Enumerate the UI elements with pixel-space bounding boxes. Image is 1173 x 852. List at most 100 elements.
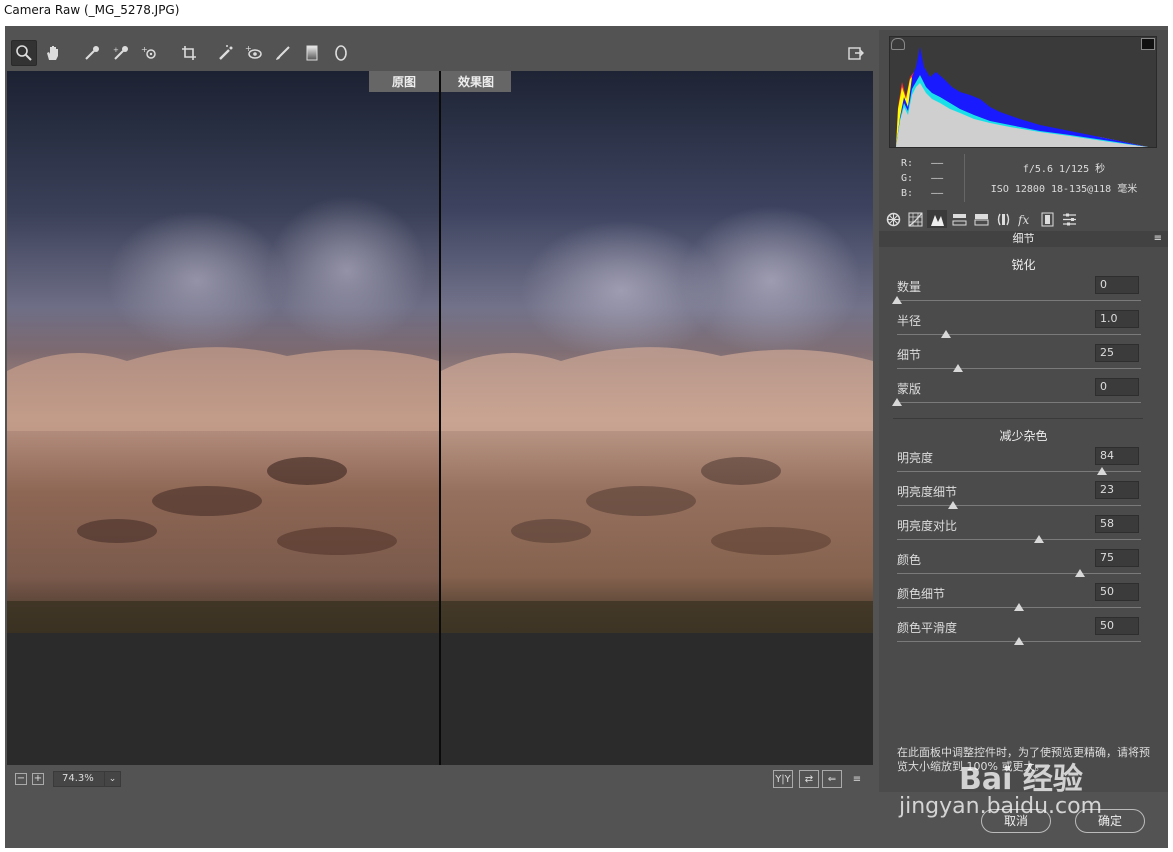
slider-row[interactable]: 细节 25	[897, 344, 1141, 378]
graduated-filter-icon[interactable]	[299, 40, 325, 66]
slider-row[interactable]: 颜色 75	[897, 549, 1141, 583]
b-label: B:	[901, 188, 914, 199]
zoom-tool-icon[interactable]	[11, 40, 37, 66]
crop-tool-icon[interactable]	[176, 40, 202, 66]
slider-label: 颜色细节	[897, 587, 946, 601]
aperture-shutter: f/5.6 1/125 秒	[1022, 164, 1106, 175]
slider-row[interactable]: 颜色平滑度 50	[897, 617, 1141, 651]
white-balance-eyedropper-icon[interactable]	[79, 40, 105, 66]
noise-reduction-title: 减少杂色	[999, 429, 1048, 443]
histogram	[889, 36, 1157, 148]
slider-value-field[interactable]: 84	[1095, 447, 1139, 465]
window-title: Camera Raw (_MG_5278.JPG)	[0, 0, 1173, 26]
slider-thumb[interactable]	[1096, 467, 1107, 475]
slider-thumb[interactable]	[1014, 603, 1024, 611]
slider-row[interactable]: 颜色细节 50	[897, 583, 1141, 617]
panel-title: 细节	[1012, 232, 1035, 245]
highlight-clipping-icon[interactable]	[1141, 38, 1155, 50]
slider-thumb[interactable]	[953, 364, 963, 372]
detail-tab-icon[interactable]	[927, 210, 947, 228]
slider-label: 明亮度细节	[897, 485, 958, 499]
shadow-clipping-icon[interactable]	[891, 38, 905, 50]
toggle-settings-icon[interactable]: ≡	[847, 770, 867, 788]
cancel-button[interactable]: 取消	[981, 809, 1051, 833]
slider-row[interactable]: 数量 0	[892, 276, 1141, 310]
slider-value-field[interactable]: 1.0	[1095, 310, 1139, 328]
slider-track[interactable]	[897, 505, 1141, 506]
g-label: G:	[901, 173, 914, 184]
chevron-down-icon[interactable]: ⌄	[104, 772, 120, 786]
slider-thumb[interactable]	[1075, 569, 1085, 577]
slider-value-field[interactable]: 50	[1095, 617, 1139, 635]
copy-current-to-before-icon[interactable]: ⇐	[822, 770, 842, 788]
open-in-photoshop-icon[interactable]	[843, 40, 869, 66]
tone-curve-tab-icon[interactable]	[905, 210, 925, 228]
slider-thumb[interactable]	[948, 501, 959, 509]
swap-before-after-icon[interactable]: ⇄	[799, 770, 819, 788]
slider-thumb[interactable]	[892, 296, 902, 304]
slider-label: 颜色	[897, 553, 922, 567]
after-pane[interactable]: 效果图	[441, 71, 873, 765]
right-panel: R: —— G: —— B: —— f/5.6 1/125 秒 ISO 1280…	[879, 30, 1168, 792]
presets-tab-icon[interactable]	[1059, 210, 1079, 228]
zoom-out-button[interactable]: −	[15, 773, 27, 785]
slider-value-field[interactable]: 0	[1095, 378, 1139, 396]
targeted-adjustment-icon[interactable]: +	[137, 40, 163, 66]
slider-value-field[interactable]: 75	[1095, 549, 1139, 567]
slider-label: 数量	[897, 280, 922, 294]
iso-lens: ISO 12800 18-135@118 毫米	[990, 184, 1138, 195]
color-sampler-icon[interactable]: +	[108, 40, 134, 66]
slider-row[interactable]: 明亮度细节 23	[897, 481, 1141, 515]
svg-text:+: +	[113, 46, 119, 54]
slider-value-field[interactable]: 50	[1095, 583, 1139, 601]
slider-row[interactable]: 明亮度对比 58	[897, 515, 1141, 549]
slider-track[interactable]	[897, 368, 1141, 369]
slider-row[interactable]: 半径 1.0	[897, 310, 1141, 344]
panel-tabs: fx	[879, 208, 1168, 230]
preview-hint-text: 在此面板中调整控件时，为了使预览更精确，请将预览大小缩放到 100% 或更大。	[897, 746, 1150, 773]
slider-thumb[interactable]	[940, 330, 951, 338]
slider-track[interactable]	[897, 300, 1141, 301]
before-after-view-icon[interactable]: Y|Y	[773, 770, 793, 788]
toolbar: + + +	[5, 36, 875, 68]
zoom-level-select[interactable]: 74.3% ⌄	[53, 771, 121, 787]
hsl-tab-icon[interactable]	[949, 210, 969, 228]
split-toning-tab-icon[interactable]	[971, 210, 991, 228]
zoom-level-value: 74.3%	[62, 773, 94, 784]
slider-value-field[interactable]: 58	[1095, 515, 1139, 533]
slider-label: 蒙版	[897, 382, 922, 396]
hand-tool-icon[interactable]	[40, 40, 66, 66]
slider-row[interactable]: 明亮度 84	[897, 447, 1141, 481]
basic-tab-icon[interactable]	[883, 210, 903, 228]
slider-thumb[interactable]	[1033, 535, 1044, 543]
slider-value-field[interactable]: 25	[1095, 344, 1139, 362]
camera-calibration-tab-icon[interactable]	[1037, 210, 1057, 228]
slider-label: 明亮度	[897, 451, 934, 465]
slider-track[interactable]	[897, 334, 1141, 335]
svg-text:fx: fx	[1018, 213, 1029, 227]
svg-text:+: +	[245, 44, 252, 53]
after-label: 效果图	[441, 71, 511, 92]
slider-track[interactable]	[897, 573, 1141, 574]
lens-corrections-tab-icon[interactable]	[993, 210, 1013, 228]
spot-removal-icon[interactable]	[213, 40, 239, 66]
radial-filter-icon[interactable]	[328, 40, 354, 66]
zoom-in-button[interactable]: +	[32, 773, 44, 785]
readout-separator	[964, 154, 965, 202]
slider-track[interactable]	[897, 539, 1141, 540]
slider-value-field[interactable]: 23	[1095, 481, 1139, 499]
before-pane[interactable]: 原图	[7, 71, 439, 765]
effects-tab-icon[interactable]: fx	[1015, 210, 1035, 228]
panel-menu-icon[interactable]: ≡	[1154, 231, 1162, 247]
slider-thumb[interactable]	[892, 398, 902, 406]
slider-thumb[interactable]	[1014, 637, 1024, 645]
slider-track[interactable]	[897, 402, 1141, 403]
ok-button[interactable]: 确定	[1075, 809, 1145, 833]
adjustment-brush-icon[interactable]	[270, 40, 296, 66]
panel-header: 细节 ≡	[879, 231, 1168, 247]
slider-row[interactable]: 蒙版 0	[892, 378, 1141, 412]
slider-value-field[interactable]: 0	[1095, 276, 1139, 294]
preview-area[interactable]: 原图 效果图	[7, 71, 873, 765]
red-eye-removal-icon[interactable]: +	[241, 40, 267, 66]
slider-label: 颜色平滑度	[897, 621, 958, 635]
